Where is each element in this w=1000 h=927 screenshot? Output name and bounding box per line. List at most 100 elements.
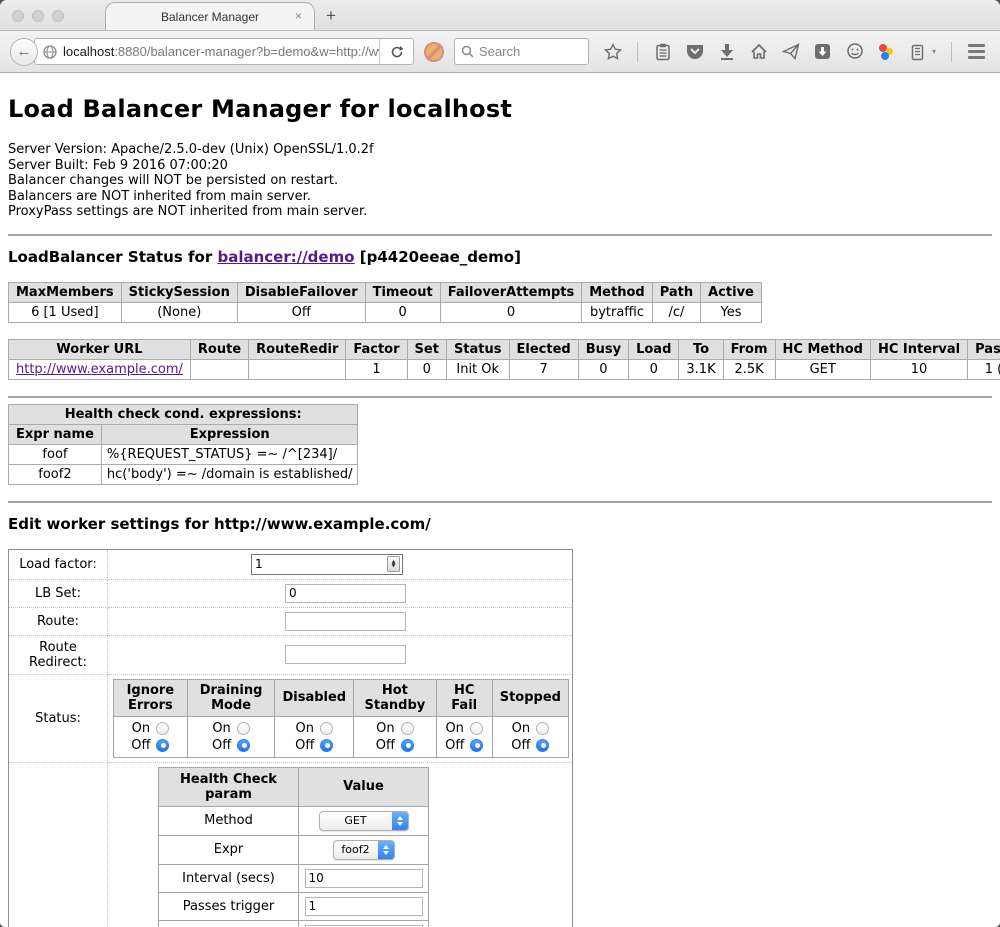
content-blocked-icon[interactable]	[424, 42, 444, 62]
method-select[interactable]: GET	[319, 811, 409, 831]
hc-row-expr: Expr foof2	[159, 835, 429, 864]
radio-hc-fail-off[interactable]	[470, 739, 483, 752]
cell-passes: 1 (0)	[968, 359, 1000, 379]
spinner-icon[interactable]: ▲▼	[387, 556, 400, 572]
header-cell: Hot Standby	[354, 679, 437, 716]
header-cell: StickySession	[121, 282, 237, 302]
radio-stopped-off[interactable]	[536, 739, 549, 752]
radio-ignore-errors-off[interactable]	[156, 739, 169, 752]
worker-settings-form: Load factor: ▲▼ LB Set: Route: Route Red…	[8, 549, 573, 927]
new-tab-button[interactable]: +	[315, 2, 347, 30]
worker-url-link[interactable]: http://www.example.com/	[16, 362, 183, 377]
radio-disabled-off[interactable]	[320, 739, 333, 752]
header-cell: Timeout	[365, 282, 440, 302]
balancer-link[interactable]: balancer://demo	[217, 248, 354, 266]
interval-input[interactable]	[305, 869, 423, 888]
radio-hot-standby-off[interactable]	[401, 739, 414, 752]
route-redirect-label: Route Redirect:	[9, 635, 108, 674]
interval-label: Interval (secs)	[159, 864, 299, 892]
minimize-window-button[interactable]	[32, 10, 44, 22]
radio-hot-standby-on[interactable]	[401, 722, 414, 735]
home-icon[interactable]	[749, 42, 768, 61]
cell-maxmembers: 6 [1 Used]	[9, 302, 122, 322]
downloads-icon[interactable]	[717, 42, 736, 61]
header-cell: To	[679, 339, 723, 359]
expr-row: foof2 hc('body') =~ /domain is establish…	[9, 464, 358, 484]
tab-close-icon[interactable]: ×	[295, 10, 302, 22]
maximize-window-button[interactable]	[52, 10, 64, 22]
load-factor-stepper[interactable]: ▲▼	[251, 554, 403, 575]
close-window-button[interactable]	[12, 10, 24, 22]
cell-stickysession: (None)	[121, 302, 237, 322]
search-bar[interactable]	[454, 38, 589, 65]
radio-draining-mode-on[interactable]	[237, 722, 250, 735]
header-cell: RouteRedir	[249, 339, 346, 359]
cell-worker-url: http://www.example.com/	[9, 359, 191, 379]
header-cell: Disabled	[275, 679, 354, 716]
pocket-icon[interactable]	[685, 42, 704, 61]
balancer-status-heading: LoadBalancer Status for balancer://demo …	[8, 248, 992, 266]
window-controls[interactable]	[12, 10, 64, 22]
browser-tab[interactable]: Balancer Manager ×	[105, 2, 315, 30]
search-input[interactable]	[479, 44, 569, 59]
status-disabled: On Off	[275, 716, 354, 757]
cell-load: 0	[629, 359, 679, 379]
header-cell: HC Method	[775, 339, 870, 359]
status-ignore-errors: On Off	[114, 716, 188, 757]
header-cell: Ignore Errors	[114, 679, 188, 716]
passes-label: Passes trigger	[159, 892, 299, 920]
divider	[8, 234, 992, 236]
passes-input[interactable]	[305, 897, 423, 916]
send-plane-icon[interactable]	[781, 42, 800, 61]
reload-button[interactable]	[379, 38, 413, 65]
status-stopped: On Off	[492, 716, 568, 757]
radio-ignore-errors-on[interactable]	[156, 722, 169, 735]
header-cell: HC Interval	[870, 339, 967, 359]
toolbar-icons: ▾	[603, 42, 1000, 62]
table-row: 6 [1 Used] (None) Off 0 0 bytraffic /c/ …	[9, 302, 762, 322]
load-factor-input[interactable]	[252, 556, 387, 573]
header-cell: Expr name	[9, 424, 102, 444]
container-icon[interactable]	[908, 42, 927, 61]
page-title: Load Balancer Manager for localhost	[8, 73, 992, 123]
hc-row-passes: Passes trigger	[159, 892, 429, 920]
bookmark-star-icon[interactable]	[603, 42, 622, 61]
cell-elected: 7	[509, 359, 578, 379]
cell-factor: 1	[346, 359, 407, 379]
form-row-lb-set: LB Set:	[9, 579, 573, 607]
status-hc-fail: On Off	[436, 716, 492, 757]
lb-set-input[interactable]	[285, 584, 406, 603]
hc-header-row: Health Check param Value	[159, 767, 429, 806]
route-redirect-input[interactable]	[285, 645, 406, 664]
server-version: Server Version: Apache/2.5.0-dev (Unix) …	[8, 142, 992, 158]
menu-icon[interactable]	[967, 42, 986, 61]
expr-select[interactable]: foof2	[333, 840, 395, 860]
status-table: Ignore Errors Draining Mode Disabled Hot…	[113, 679, 569, 758]
cell-method: bytraffic	[582, 302, 652, 322]
save-to-device-icon[interactable]	[813, 42, 832, 61]
hc-expressions-table: Health check cond. expressions: Expr nam…	[8, 404, 358, 485]
forum-smiley-icon[interactable]	[845, 42, 864, 61]
page-content: Load Balancer Manager for localhost Serv…	[0, 73, 1000, 927]
navigation-toolbar: ← localhost:8880/balancer-manager?b=demo…	[0, 30, 1000, 73]
reading-list-icon[interactable]	[653, 42, 672, 61]
header-cell: DisableFailover	[237, 282, 365, 302]
route-input[interactable]	[285, 612, 406, 631]
status-hot-standby: On Off	[354, 716, 437, 757]
radio-stopped-on[interactable]	[536, 722, 549, 735]
tab-title: Balancer Manager	[161, 10, 259, 24]
radio-draining-mode-off[interactable]	[237, 739, 250, 752]
back-button[interactable]: ←	[10, 38, 38, 66]
radio-disabled-on[interactable]	[320, 722, 333, 735]
toolbar-separator	[637, 42, 638, 62]
table-title-row: Health check cond. expressions:	[9, 404, 358, 424]
cell-path: /c/	[652, 302, 700, 322]
cell-busy: 0	[578, 359, 628, 379]
chevron-down-icon[interactable]: ▾	[932, 47, 936, 56]
url-input[interactable]: localhost:8880/balancer-manager?b=demo&w…	[63, 44, 379, 59]
radio-hc-fail-on[interactable]	[470, 722, 483, 735]
toolbar-separator	[951, 42, 952, 62]
table-header-row: MaxMembers StickySession DisableFailover…	[9, 282, 762, 302]
url-bar[interactable]: localhost:8880/balancer-manager?b=demo&w…	[34, 38, 414, 65]
colors-extension-icon[interactable]	[877, 43, 895, 61]
